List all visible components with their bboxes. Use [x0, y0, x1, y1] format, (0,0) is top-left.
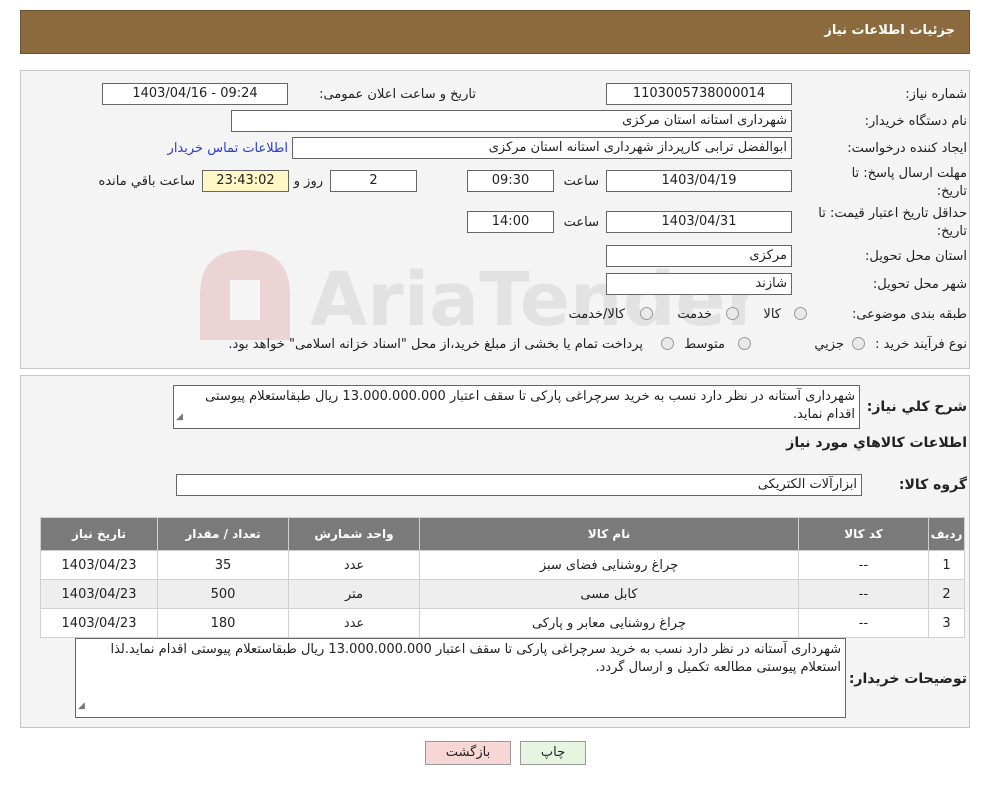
category-radio-service[interactable] [726, 307, 739, 320]
table-row: 3 -- چراغ روشنایی معابر و پارکی عدد 180 … [40, 608, 965, 638]
category-option-goods: کالا [763, 307, 781, 322]
cell-unit: عدد [288, 608, 420, 638]
col-date: تاریخ نیاز [40, 517, 158, 551]
need-number-label: شماره نیاز: [905, 87, 967, 102]
buyer-notes-text: شهرداری آستانه در نظر دارد نسب به خرید س… [110, 642, 841, 675]
validity-label-line1: حداقل تاریخ اعتبار قیمت: تا [818, 206, 967, 221]
category-radio-goods[interactable] [794, 307, 807, 320]
col-unit: واحد شمارش [288, 517, 420, 551]
cell-row: 3 [928, 608, 965, 638]
cell-qty: 35 [157, 550, 289, 580]
deadline-label-line1: مهلت ارسال پاسخ: تا [851, 166, 967, 181]
buyer-notes-textarea[interactable]: شهرداری آستانه در نظر دارد نسب به خرید س… [75, 638, 846, 718]
deadline-time-label: ساعت [563, 174, 599, 189]
validity-date-field: 1403/04/31 [606, 211, 792, 233]
table-row: 2 -- کابل مسی متر 500 1403/04/23 [40, 579, 965, 609]
cell-date: 1403/04/23 [40, 550, 158, 580]
days-field: 2 [330, 170, 417, 192]
category-option-goods-service: کالا/خدمت [568, 307, 625, 322]
cell-name: چراغ روشنایی معابر و پارکی [419, 608, 799, 638]
buyer-contact-link[interactable]: اطلاعات تماس خریدار [168, 141, 288, 156]
province-label: استان محل تحویل: [865, 249, 967, 264]
cell-row: 1 [928, 550, 965, 580]
validity-time-field: 14:00 [467, 211, 554, 233]
category-label: طبقه بندی موضوعی: [851, 307, 967, 322]
validity-label-line2: تاریخ: [936, 224, 967, 239]
need-number-field: 1103005738000014 [606, 83, 792, 105]
goods-table-header: ردیف کد کالا نام کالا واحد شمارش تعداد /… [40, 517, 965, 551]
cell-code: -- [798, 579, 929, 609]
cell-unit: عدد [288, 550, 420, 580]
page-title: جزئیات اطلاعات نیاز [824, 23, 955, 38]
cell-date: 1403/04/23 [40, 608, 158, 638]
process-option-medium: متوسط [684, 337, 725, 352]
deadline-time-field: 09:30 [467, 170, 554, 192]
back-button[interactable]: بازگشت [425, 741, 511, 765]
city-label: شهر محل تحویل: [872, 277, 967, 292]
province-field: مرکزی [606, 245, 792, 267]
buyer-org-field: شهرداری استانه استان مرکزی [231, 110, 792, 132]
buyer-notes-label: توضیحات خریدار: [848, 671, 967, 687]
cell-code: -- [798, 550, 929, 580]
table-row: 1 -- چراغ روشنایی فضای سبز عدد 35 1403/0… [40, 550, 965, 580]
process-option-minor: جزیي [814, 337, 844, 352]
goods-group-label: گروه کالا: [898, 477, 967, 493]
goods-group-field: ابزارآلات الکتریکی [176, 474, 862, 496]
city-field: شازند [606, 273, 792, 295]
deadline-date-field: 1403/04/19 [606, 170, 792, 192]
col-name: نام کالا [419, 517, 799, 551]
days-label: روز و [293, 174, 323, 189]
cell-unit: متر [288, 579, 420, 609]
summary-textarea[interactable]: شهرداری آستانه در نظر دارد نسب به خرید س… [173, 385, 860, 429]
cell-date: 1403/04/23 [40, 579, 158, 609]
category-radio-goods-service[interactable] [640, 307, 653, 320]
col-code: کد کالا [798, 517, 929, 551]
process-radio-minor[interactable] [852, 337, 865, 350]
col-row: ردیف [928, 517, 965, 551]
cell-name: کابل مسی [419, 579, 799, 609]
goods-section-title: اطلاعات کالاهاي مورد نیاز [786, 435, 967, 451]
requester-label: ایجاد کننده درخواست: [847, 141, 967, 156]
process-label: نوع فرآیند خرید : [875, 337, 967, 352]
treasury-note: پرداخت تمام یا بخشی از مبلغ خرید،از محل … [228, 337, 643, 352]
announce-field: 1403/04/16 - 09:24 [102, 83, 288, 105]
resize-grip-icon[interactable]: ◢ [78, 697, 85, 715]
cell-code: -- [798, 608, 929, 638]
watermark-text: AriaTender.neT [310, 257, 750, 343]
buyer-org-label: نام دستگاه خریدار: [864, 114, 967, 129]
resize-grip-icon[interactable]: ◢ [176, 408, 183, 426]
print-button[interactable]: چاپ [520, 741, 586, 765]
summary-label: شرح کلي نیاز: [866, 399, 967, 415]
col-qty: تعداد / مقدار [157, 517, 289, 551]
page-title-bar: جزئیات اطلاعات نیاز [20, 10, 970, 54]
summary-text: شهرداری آستانه در نظر دارد نسب به خرید س… [205, 389, 855, 422]
cell-name: چراغ روشنایی فضای سبز [419, 550, 799, 580]
process-radio-medium[interactable] [738, 337, 751, 350]
requester-field: ابوالفضل ترابی کارپرداز شهرداری استانه ا… [292, 137, 792, 159]
remaining-time-field: 23:43:02 [202, 170, 289, 192]
category-option-service: خدمت [677, 307, 712, 322]
cell-row: 2 [928, 579, 965, 609]
cell-qty: 500 [157, 579, 289, 609]
validity-time-label: ساعت [563, 215, 599, 230]
cell-qty: 180 [157, 608, 289, 638]
goods-table: ردیف کد کالا نام کالا واحد شمارش تعداد /… [40, 517, 965, 638]
deadline-label-line2: تاریخ: [936, 184, 967, 199]
remaining-label: ساعت باقي مانده [98, 174, 195, 189]
treasury-checkbox[interactable] [661, 337, 674, 350]
announce-label: تاریخ و ساعت اعلان عمومی: [319, 87, 476, 102]
